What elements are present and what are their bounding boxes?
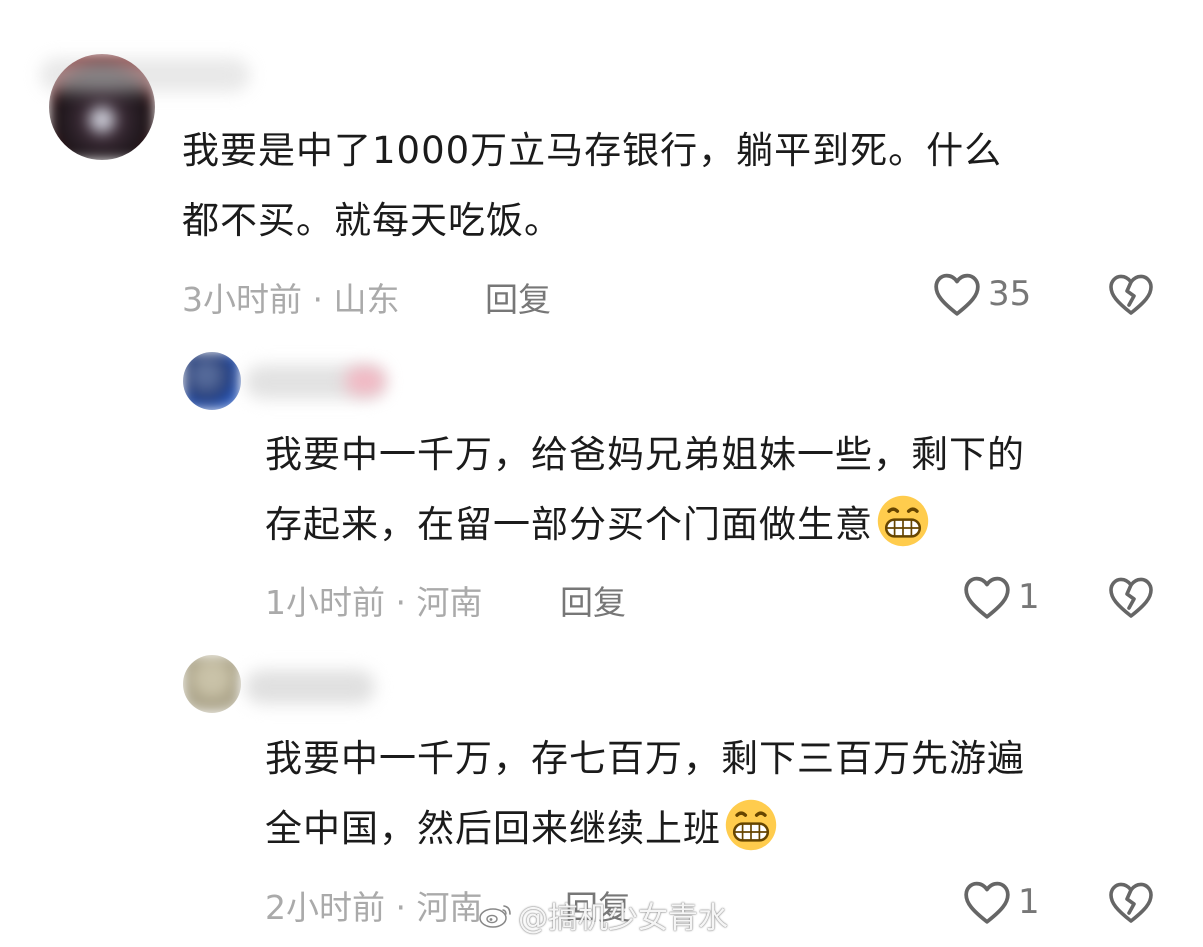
comment-time: 1小时前 [265, 583, 385, 622]
comment-time: 2小时前 [265, 888, 385, 927]
comment-time: 3小时前 [182, 280, 302, 319]
weibo-logo-icon [479, 905, 511, 928]
watermark-text: @搞机少女青水 [518, 901, 728, 936]
like-count: 35 [988, 274, 1032, 314]
username-badge-blurred [345, 367, 385, 395]
comment-location: 山东 [333, 280, 400, 319]
comment-text-line-content: 存起来，在留一部分买个门面做生意 [265, 503, 873, 546]
comment-meta: 2小时前 · 河南 [265, 881, 482, 929]
username-blurred[interactable] [40, 58, 250, 92]
meta-separator: · [385, 583, 417, 622]
reply-button[interactable]: 回复 [485, 273, 551, 321]
like-button[interactable]: 1 [962, 574, 1040, 620]
comment-text-line: 都不买。就每天吃饭。 [182, 199, 562, 242]
watermark: @搞机少女青水 [478, 893, 728, 937]
reply-button[interactable]: 回复 [560, 576, 626, 624]
comment-text-line: 全中国，然后回来继续上班 [265, 794, 1025, 864]
broken-heart-icon[interactable] [1107, 271, 1155, 317]
username-blurred[interactable] [245, 670, 375, 704]
heart-outline-icon [964, 576, 1010, 619]
comment-text: 我要中一千万，存七百万，剩下三百万先游遍 全中国，然后回来继续上班 [265, 724, 1025, 864]
broken-heart-icon[interactable] [1107, 879, 1155, 925]
grinning-face-emoji [877, 495, 929, 547]
avatar[interactable] [183, 352, 241, 410]
comment-text-line: 我要中一千万，存七百万，剩下三百万先游遍 [265, 737, 1025, 780]
comment-location: 河南 [416, 583, 483, 622]
broken-heart-icon[interactable] [1107, 574, 1155, 620]
like-count: 1 [1018, 882, 1040, 922]
heart-outline-icon [934, 273, 980, 316]
avatar[interactable] [183, 655, 241, 713]
comment-text-line: 存起来，在留一部分买个门面做生意 [265, 490, 1025, 560]
comment-text-line: 我要是中了1000万立马存银行，躺平到死。什么 [182, 129, 1003, 172]
like-count: 1 [1018, 577, 1040, 617]
comment-text-line-content: 全中国，然后回来继续上班 [265, 807, 721, 850]
comment-text: 我要中一千万，给爸妈兄弟姐妹一些，剩下的 存起来，在留一部分买个门面做生意 [265, 420, 1025, 560]
comment-location: 河南 [416, 888, 483, 927]
comment-meta: 1小时前 · 河南 [265, 576, 482, 624]
meta-separator: · [302, 280, 334, 319]
comment-meta: 3小时前 · 山东 [182, 273, 399, 321]
grinning-face-emoji [725, 799, 777, 851]
comment-text: 我要是中了1000万立马存银行，躺平到死。什么 都不买。就每天吃饭。 [182, 116, 1002, 256]
comment-item: 我要是中了1000万立马存银行，躺平到死。什么 都不买。就每天吃饭。 3小时前 … [0, 0, 1203, 330]
like-button[interactable]: 35 [932, 271, 1031, 317]
heart-outline-icon [964, 881, 1010, 924]
like-button[interactable]: 1 [962, 879, 1040, 925]
meta-separator: · [385, 888, 417, 927]
comment-text-line: 我要中一千万，给爸妈兄弟姐妹一些，剩下的 [265, 433, 1025, 476]
comment-item: 我要中一千万，给爸妈兄弟姐妹一些，剩下的 存起来，在留一部分买个门面做生意 1小… [0, 330, 1203, 630]
